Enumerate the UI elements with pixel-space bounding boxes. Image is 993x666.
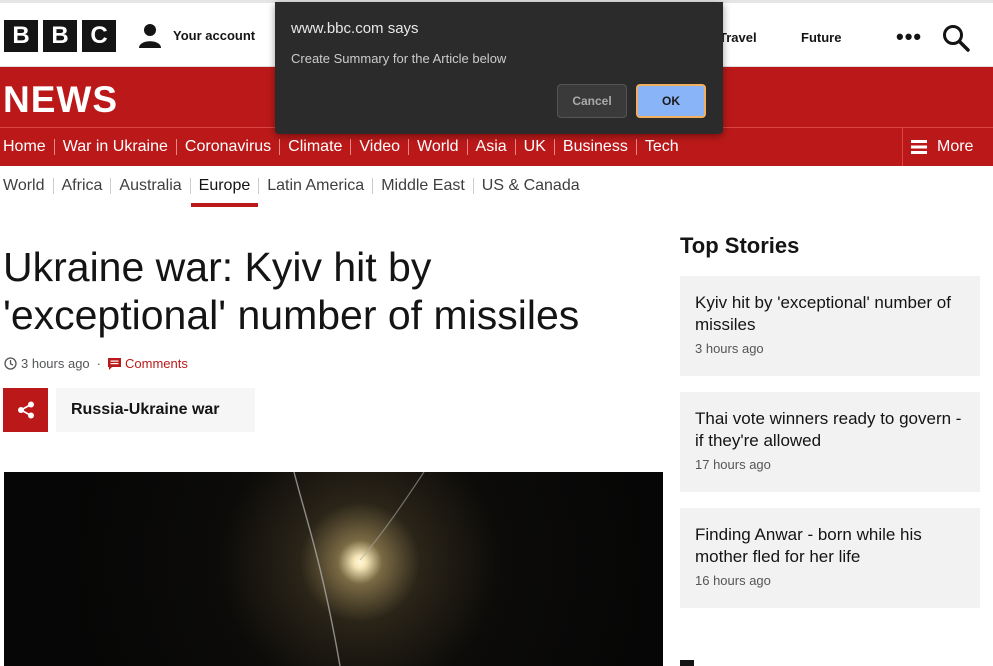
share-icon: [17, 401, 34, 419]
top-stories-heading: Top Stories: [680, 233, 800, 258]
subnav-item-europe[interactable]: Europe: [189, 178, 259, 207]
top-story-card[interactable]: Kyiv hit by 'exceptional' number of miss…: [680, 276, 980, 376]
missile-trail-graphic: [293, 472, 425, 666]
subnav-item-us-canada[interactable]: US & Canada: [472, 178, 588, 194]
top-story-card[interactable]: Finding Anwar - born while his mother fl…: [680, 508, 980, 608]
user-icon: [139, 24, 161, 48]
comments-link[interactable]: Comments: [108, 356, 188, 371]
more-menu-icon[interactable]: •••: [896, 26, 922, 48]
subnav-item-africa[interactable]: Africa: [52, 178, 111, 194]
nav-travel[interactable]: Travel: [719, 30, 757, 45]
bbc-logo[interactable]: B B C: [4, 20, 116, 52]
ok-button[interactable]: OK: [636, 84, 706, 118]
news-logo[interactable]: NEWS: [3, 79, 118, 121]
article-headline: Ukraine war: Kyiv hit by 'exceptional' n…: [3, 244, 580, 338]
subnav-item-latin-america[interactable]: Latin America: [258, 178, 372, 194]
nav-item-coronavirus[interactable]: Coronavirus: [175, 139, 279, 155]
hamburger-icon: [911, 140, 927, 154]
alert-dialog: www.bbc.com says Create Summary for the …: [275, 2, 723, 134]
article-time: 3 hours ago: [21, 356, 90, 371]
nav-item-climate[interactable]: Climate: [279, 139, 350, 155]
subnav-item-australia[interactable]: Australia: [110, 178, 189, 194]
cancel-button[interactable]: Cancel: [557, 84, 627, 118]
nav-future[interactable]: Future: [801, 30, 841, 45]
account-label: Your account: [173, 27, 256, 43]
story-title: Kyiv hit by 'exceptional' number of miss…: [695, 293, 951, 334]
section-heading-fragment: [680, 660, 694, 666]
share-button[interactable]: [3, 388, 48, 432]
nav-item-business[interactable]: Business: [553, 139, 636, 155]
clock-icon: [4, 357, 17, 370]
more-label: More: [937, 138, 974, 155]
dialog-origin: www.bbc.com says: [291, 20, 419, 37]
story-title: Finding Anwar - born while his mother fl…: [695, 525, 922, 566]
nav-item-tech[interactable]: Tech: [635, 139, 687, 155]
separator-dot: ·: [96, 356, 102, 371]
search-icon[interactable]: [942, 24, 970, 52]
topic-tag[interactable]: Russia-Ukraine war: [56, 388, 255, 432]
story-time: 16 hours ago: [695, 573, 771, 588]
comment-icon: [108, 357, 122, 370]
nav-item-video[interactable]: Video: [350, 139, 408, 155]
nav-item-world[interactable]: World: [408, 139, 467, 171]
nav-item-home[interactable]: Home: [0, 139, 54, 155]
sub-nav: World Africa Australia Europe Latin Amer…: [0, 166, 588, 207]
dialog-message: Create Summary for the Article below: [291, 51, 507, 66]
nav-item-asia[interactable]: Asia: [466, 139, 515, 155]
logo-letter: B: [43, 20, 77, 52]
subnav-item-world[interactable]: World: [0, 178, 53, 194]
your-account-link[interactable]: Your account: [137, 22, 255, 48]
nav-item-war-in-ukraine[interactable]: War in Ukraine: [53, 139, 176, 155]
logo-letter: B: [4, 20, 38, 52]
story-time: 17 hours ago: [695, 457, 771, 472]
nav-item-uk[interactable]: UK: [514, 139, 554, 155]
article-photo: [4, 472, 663, 666]
comments-label: Comments: [125, 356, 188, 371]
more-button[interactable]: More: [902, 128, 993, 166]
article-meta: 3 hours ago · Comments: [4, 356, 188, 371]
story-title: Thai vote winners ready to govern - if t…: [695, 409, 962, 450]
logo-letter: C: [82, 20, 116, 52]
top-story-card[interactable]: Thai vote winners ready to govern - if t…: [680, 392, 980, 492]
subnav-item-middle-east[interactable]: Middle East: [372, 178, 473, 194]
story-time: 3 hours ago: [695, 341, 764, 356]
